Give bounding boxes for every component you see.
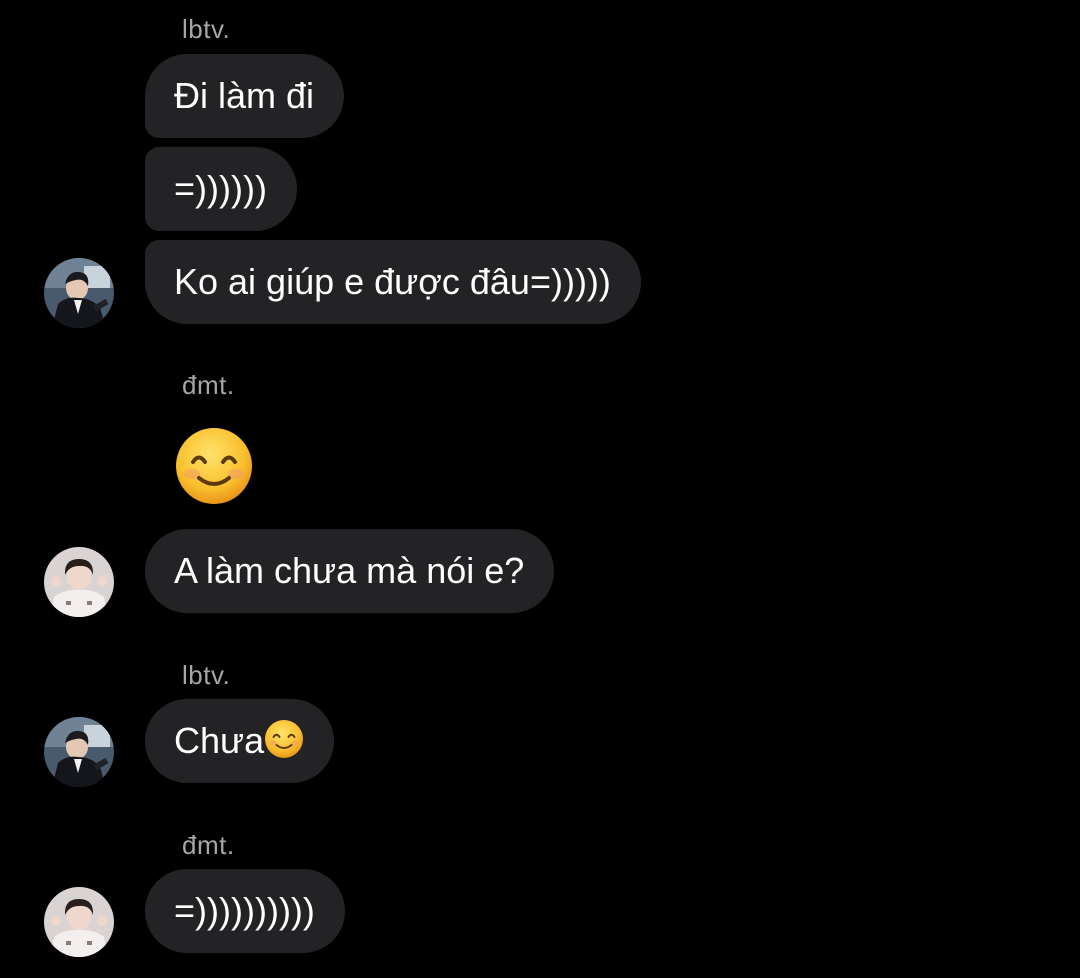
message-bubble[interactable]: Chưa — [145, 699, 335, 783]
message-text: =)))))))))) — [174, 890, 315, 931]
message-bubble[interactable]: =)))))))))) — [145, 869, 345, 953]
sender-name: lbtv. — [182, 14, 231, 44]
message-text: =)))))) — [174, 168, 267, 209]
message-text: Ko ai giúp e được đâu=))))) — [174, 261, 611, 302]
sender-name: đmt. — [182, 830, 235, 860]
message-text: A làm chưa mà nói e? — [174, 550, 525, 591]
avatar[interactable] — [44, 258, 114, 328]
avatar-photo-icon — [44, 258, 114, 328]
avatar[interactable] — [44, 887, 114, 957]
sender-name: đmt. — [182, 370, 235, 400]
message-text: Đi làm đi — [174, 75, 315, 116]
smiling-face-icon — [176, 428, 252, 504]
avatar-photo-icon — [44, 887, 114, 957]
emoji-message[interactable] — [174, 426, 254, 506]
smiling-face-icon — [265, 720, 304, 758]
message-bubble[interactable]: Ko ai giúp e được đâu=))))) — [145, 240, 641, 324]
message-bubble[interactable]: Đi làm đi — [145, 54, 345, 138]
message-bubble[interactable]: =)))))) — [145, 147, 297, 231]
avatar[interactable] — [44, 717, 114, 787]
message-text: Chưa — [174, 720, 265, 761]
avatar[interactable] — [44, 547, 114, 617]
sender-name: lbtv. — [182, 660, 231, 690]
avatar-photo-icon — [44, 717, 114, 787]
avatar-photo-icon — [44, 547, 114, 617]
message-bubble[interactable]: A làm chưa mà nói e? — [145, 529, 555, 613]
